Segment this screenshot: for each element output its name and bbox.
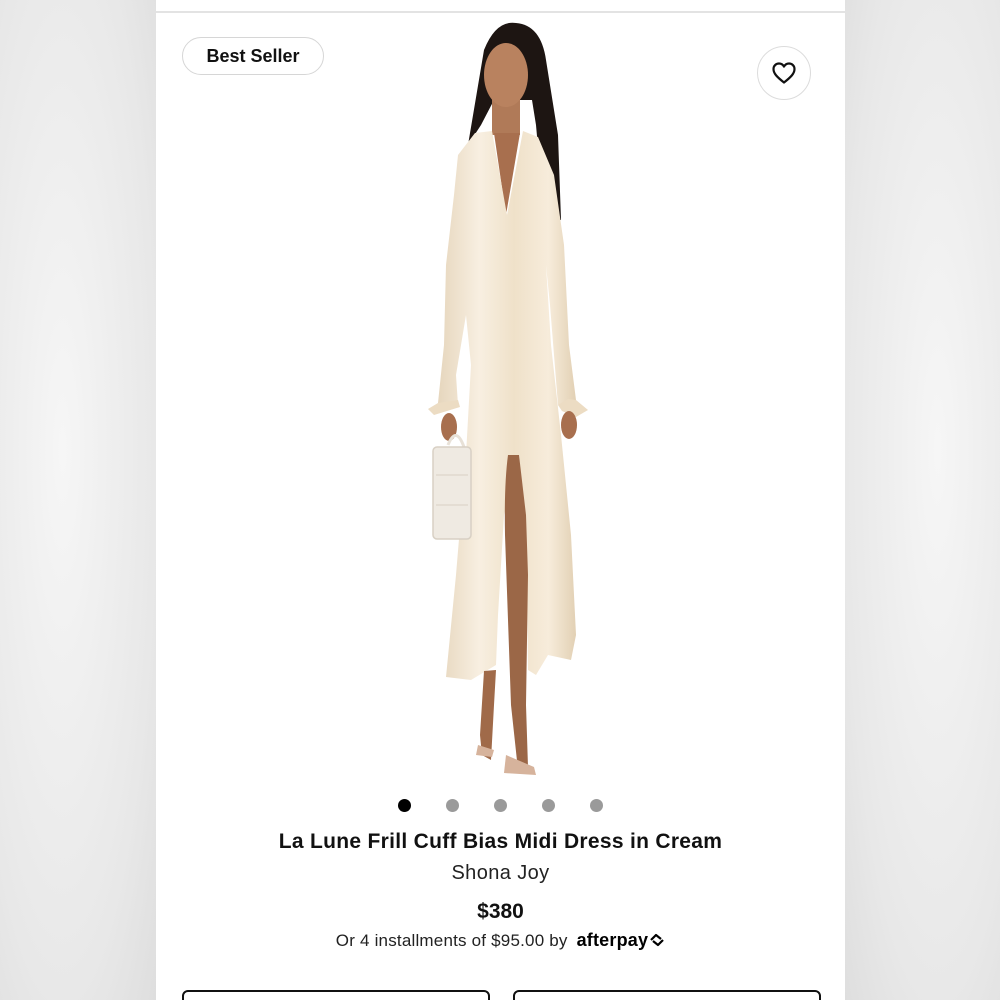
- afterpay-label: afterpay: [576, 930, 649, 950]
- product-price: $380: [477, 900, 524, 923]
- heart-icon: [772, 62, 796, 84]
- best-seller-label: Best Seller: [206, 45, 300, 66]
- installments-text: Or 4 installments of $95.00 by: [335, 931, 568, 950]
- handbag: [432, 434, 472, 540]
- product-card: Best Seller La Lune Frill Cuff Bias Midi…: [156, 0, 845, 1000]
- action-button-left[interactable]: [182, 990, 490, 1000]
- product-title: La Lune Frill Cuff Bias Midi Dress in Cr…: [278, 830, 723, 853]
- carousel-dot-5[interactable]: [590, 799, 603, 812]
- wishlist-button[interactable]: [757, 46, 811, 100]
- carousel-dot-3[interactable]: [494, 799, 507, 812]
- carousel-dot-1[interactable]: [398, 799, 411, 812]
- top-divider: [156, 11, 845, 13]
- afterpay-arrows-icon: [650, 933, 664, 947]
- installments-info: Or 4 installments of $95.00 by afterpay: [156, 930, 845, 951]
- action-button-right[interactable]: [513, 990, 821, 1000]
- background-blur-left: [0, 0, 156, 1000]
- product-image[interactable]: [386, 15, 616, 790]
- afterpay-logo[interactable]: afterpay: [577, 930, 666, 950]
- product-brand[interactable]: Shona Joy: [156, 862, 845, 885]
- best-seller-badge: Best Seller: [182, 37, 324, 75]
- image-carousel-dots: [156, 799, 845, 812]
- carousel-dot-2[interactable]: [446, 799, 459, 812]
- carousel-dot-4[interactable]: [542, 799, 555, 812]
- model-figure: [428, 22, 588, 775]
- background-blur-right: [844, 0, 1000, 1000]
